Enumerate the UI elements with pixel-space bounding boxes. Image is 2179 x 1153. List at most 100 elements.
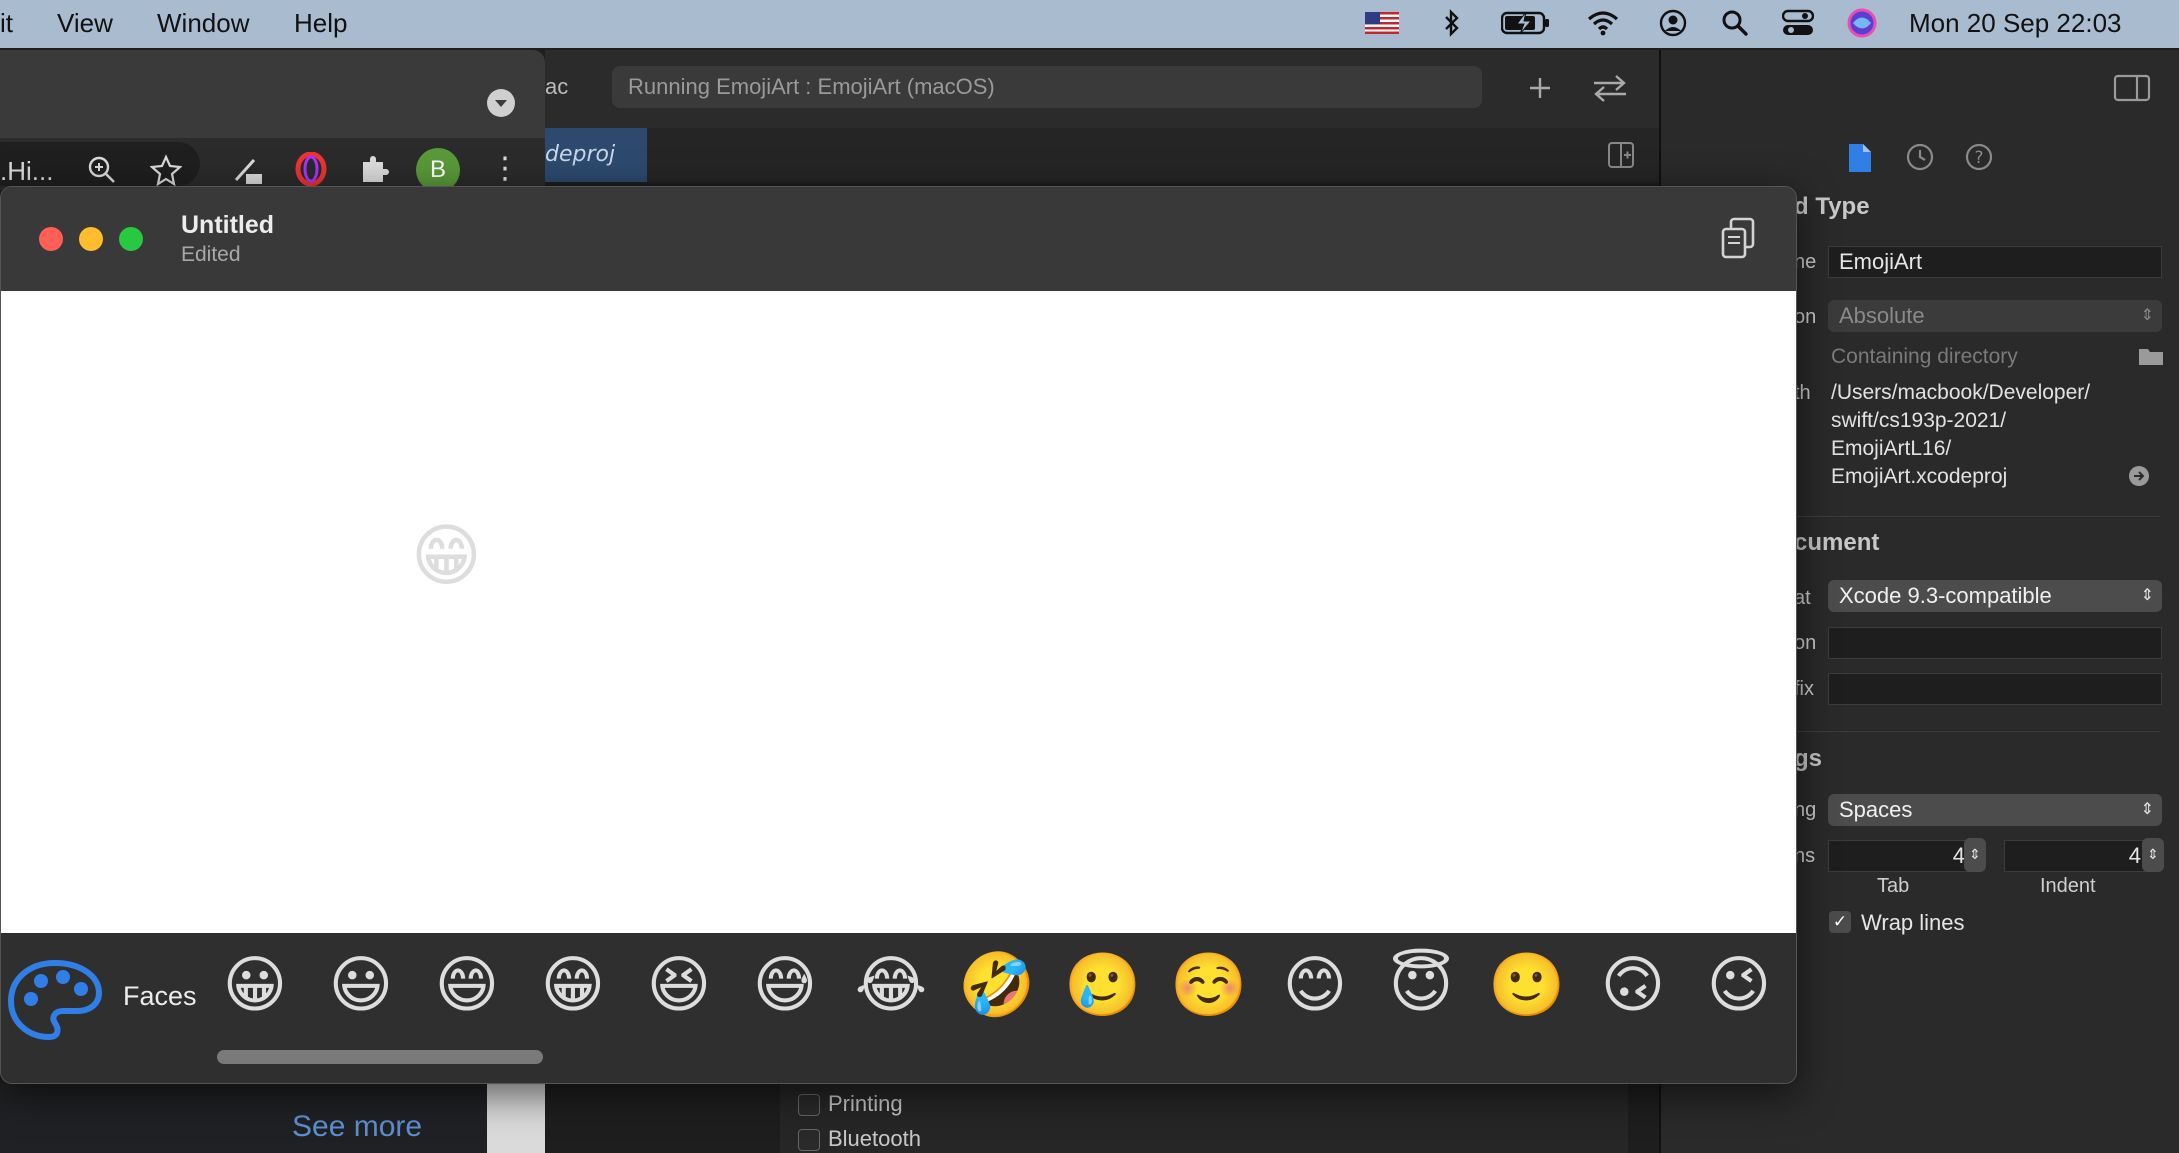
us-flag-input-icon[interactable] bbox=[1364, 8, 1400, 38]
menu-edit[interactable]: it bbox=[0, 8, 13, 39]
chrome-menu-icon[interactable]: ⋮ bbox=[490, 150, 520, 188]
paste-background-icon[interactable] bbox=[1719, 215, 1759, 261]
wrap-lines-checkbox[interactable]: ✓ bbox=[1829, 911, 1851, 933]
spotlight-search-icon[interactable] bbox=[1719, 8, 1751, 38]
palette-emoji[interactable]: 😇 bbox=[1380, 947, 1462, 1023]
quick-help-tab-icon[interactable]: ? bbox=[1964, 142, 1996, 174]
xcode-tab-bar bbox=[545, 128, 1659, 182]
menu-help[interactable]: Help bbox=[294, 8, 347, 39]
menu-bar-clock[interactable]: Mon 20 Sep 22:03 bbox=[1909, 8, 2122, 39]
palette-name[interactable]: Faces bbox=[123, 981, 197, 1012]
palette-scroll-thumb[interactable] bbox=[217, 1050, 543, 1064]
window-title-bar[interactable]: Untitled Edited bbox=[1, 187, 1796, 291]
document-canvas[interactable]: 😁 bbox=[1, 291, 1796, 933]
organization-label: on bbox=[1794, 632, 1817, 654]
indent-using-popup[interactable]: Spaces ⇕ bbox=[1828, 794, 2162, 826]
project-format-popup[interactable]: Xcode 9.3-compatible ⇕ bbox=[1828, 580, 2162, 612]
pen-extension-icon[interactable] bbox=[230, 152, 266, 188]
chrome-page-image-strip bbox=[487, 1084, 545, 1153]
tab-width-stepper[interactable]: ⇕ bbox=[1964, 838, 1986, 872]
palette-icon[interactable] bbox=[7, 959, 103, 1041]
palette-emoji[interactable]: 😉 bbox=[1698, 947, 1780, 1023]
opera-extension-icon[interactable] bbox=[295, 151, 327, 187]
toggle-inspector-icon[interactable] bbox=[2113, 72, 2153, 106]
canvas-emoji[interactable]: 😁 bbox=[411, 517, 482, 597]
full-path-line: EmojiArt.xcodeproj bbox=[1831, 465, 2008, 488]
wrap-lines-label: Wrap lines bbox=[1861, 910, 1965, 935]
bluetooth-icon[interactable] bbox=[1436, 8, 1468, 38]
menu-view[interactable]: View bbox=[57, 8, 113, 39]
bluetooth-checkbox[interactable] bbox=[798, 1129, 820, 1151]
indent-using-value: Spaces bbox=[1839, 797, 1913, 822]
indent-caption: Indent bbox=[2040, 875, 2096, 897]
inspector-divider bbox=[1780, 516, 2160, 517]
add-library-icon[interactable] bbox=[1522, 70, 1558, 106]
tab-search-dropdown-icon[interactable] bbox=[486, 88, 516, 118]
palette-emoji[interactable]: 🙂 bbox=[1486, 947, 1568, 1023]
reveal-in-finder-arrow-icon[interactable] bbox=[2128, 465, 2150, 487]
full-path-value: /Users/macbook/Developer/ swift/cs193p-2… bbox=[1831, 379, 2161, 491]
class-prefix-field[interactable] bbox=[1828, 673, 2162, 705]
document-title[interactable]: Untitled bbox=[181, 211, 274, 240]
svg-text:?: ? bbox=[1974, 148, 1983, 168]
palette-emoji[interactable]: 😀 bbox=[214, 947, 296, 1023]
project-document-section-title: cument bbox=[1794, 529, 1880, 556]
history-inspector-tab-icon[interactable] bbox=[1905, 142, 1937, 174]
siri-icon[interactable] bbox=[1846, 8, 1878, 38]
text-settings-section-title: gs bbox=[1794, 745, 1823, 772]
bookmark-star-icon[interactable] bbox=[149, 154, 183, 187]
tab-width-field[interactable]: 4 bbox=[1828, 840, 1976, 872]
emojiart-document-window: Untitled Edited 😁 Faces 😀 😃 😄 😁 😆 😅 😂 🤣 … bbox=[0, 186, 1797, 1084]
organization-field[interactable] bbox=[1828, 627, 2162, 659]
palette-emoji[interactable]: ☺️ bbox=[1168, 947, 1250, 1023]
palette-emoji[interactable]: 🤣 bbox=[956, 947, 1038, 1023]
inspector-divider bbox=[1780, 731, 2160, 732]
zoom-icon[interactable] bbox=[86, 154, 118, 186]
location-popup[interactable]: Absolute ⇕ bbox=[1828, 300, 2162, 332]
palette-emoji[interactable]: 😆 bbox=[638, 947, 720, 1023]
extensions-puzzle-icon[interactable] bbox=[357, 152, 391, 186]
xcodeproj-tab[interactable]: deproj bbox=[545, 128, 647, 182]
xcode-activity-status: Running EmojiArt : EmojiArt (macOS) bbox=[612, 66, 1482, 108]
zoom-window-button[interactable] bbox=[119, 227, 143, 251]
see-more-link[interactable]: See more bbox=[292, 1110, 422, 1144]
palette-emoji[interactable]: 😄 bbox=[426, 947, 508, 1023]
xcode-scheme-fragment[interactable]: ac bbox=[545, 74, 568, 100]
battery-charging-icon[interactable] bbox=[1500, 8, 1552, 38]
palette-emoji[interactable]: 😂 bbox=[850, 947, 932, 1023]
close-window-button[interactable] bbox=[39, 227, 63, 251]
wifi-icon[interactable] bbox=[1585, 8, 1621, 38]
name-field-value: EmojiArt bbox=[1839, 249, 1923, 274]
containing-directory-label: Containing directory bbox=[1831, 345, 2018, 368]
palette-emoji[interactable]: 😃 bbox=[320, 947, 402, 1023]
updown-chevron-icon: ⇕ bbox=[2140, 801, 2154, 818]
file-inspector-tab-icon[interactable] bbox=[1847, 142, 1877, 176]
project-format-value: Xcode 9.3-compatible bbox=[1839, 583, 2052, 608]
code-review-toggle-icon[interactable] bbox=[1588, 70, 1632, 106]
add-editor-icon[interactable] bbox=[1606, 140, 1636, 170]
folder-icon[interactable] bbox=[2137, 344, 2165, 368]
palette-emoji[interactable]: 🙃 bbox=[1592, 947, 1674, 1023]
palette-emoji[interactable]: 🥲 bbox=[1062, 947, 1144, 1023]
full-path-line: /Users/macbook/Developer/ bbox=[1831, 381, 2091, 404]
minimize-window-button[interactable] bbox=[79, 227, 103, 251]
menu-window[interactable]: Window bbox=[157, 8, 249, 39]
palette-emoji[interactable]: 😅 bbox=[744, 947, 826, 1023]
indent-width-stepper[interactable]: ⇕ bbox=[2142, 838, 2164, 872]
chrome-toolbar: .Hi... B ⋮ bbox=[0, 138, 545, 192]
palette-emoji[interactable]: 😊 bbox=[1274, 947, 1356, 1023]
name-field[interactable]: EmojiArt bbox=[1828, 246, 2162, 278]
palette-emoji[interactable]: 😁 bbox=[532, 947, 614, 1023]
widths-label: ns bbox=[1794, 845, 1816, 867]
omnibox[interactable]: .Hi... bbox=[0, 142, 200, 187]
indent-using-label: ng bbox=[1794, 799, 1817, 821]
control-center-icon[interactable] bbox=[1781, 8, 1815, 38]
identity-type-section-title: d Type bbox=[1794, 193, 1870, 220]
location-popup-value: Absolute bbox=[1839, 303, 1925, 328]
indent-width-field[interactable]: 4 bbox=[2004, 840, 2152, 872]
user-account-icon[interactable] bbox=[1657, 8, 1689, 38]
printing-label: Printing bbox=[828, 1091, 903, 1116]
document-edited-status: Edited bbox=[181, 243, 241, 266]
class-prefix-label: fix bbox=[1794, 678, 1814, 700]
printing-checkbox[interactable] bbox=[798, 1094, 820, 1116]
